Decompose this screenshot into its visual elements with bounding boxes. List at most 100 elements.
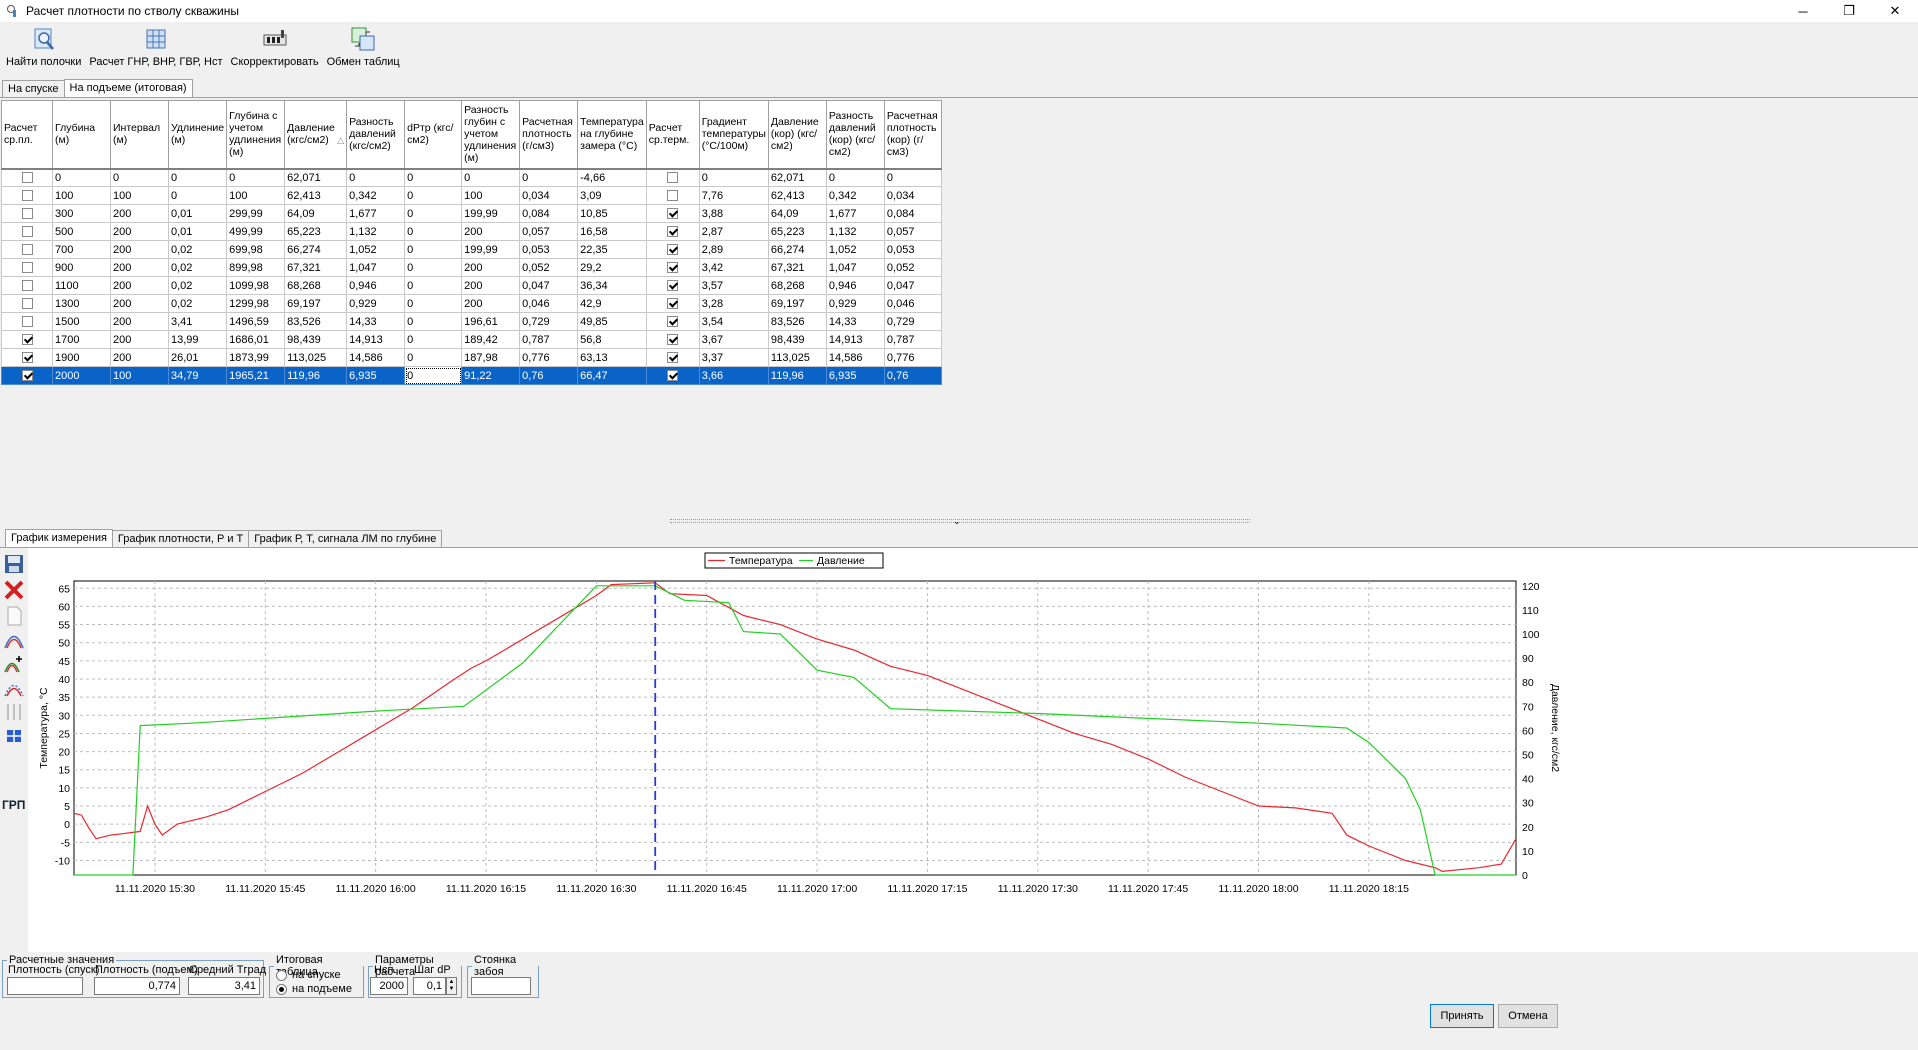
table-cell[interactable]: 3,88 (698, 204, 769, 223)
calc-thermal-cell[interactable] (645, 348, 700, 367)
table-cell[interactable]: 0 (404, 186, 463, 205)
table-row[interactable]: 1300 200 0,02 1299,98 69,197 0,929 0 200 0,046 42… (1, 294, 942, 313)
column-header[interactable]: dPтр (кгс/см2) (404, 100, 463, 170)
checkbox[interactable] (21, 208, 33, 220)
table-cell[interactable]: 83,526 (767, 312, 827, 331)
table-cell[interactable]: 13,99 (167, 330, 228, 349)
table-cell[interactable]: 66,47 (577, 366, 647, 385)
table-cell[interactable]: 0,084 (883, 204, 942, 223)
spin-down-icon[interactable]: ▼ (449, 986, 455, 993)
save-chart-button[interactable] (2, 552, 26, 576)
table-cell[interactable]: 1,677 (346, 204, 406, 223)
table-cell[interactable]: 2,87 (698, 222, 769, 241)
column-header[interactable]: Расчет ср.пл. (1, 100, 53, 170)
table-cell[interactable]: 0,02 (167, 258, 228, 277)
table-cell[interactable]: 6,935 (346, 366, 406, 385)
delete-chart-button[interactable] (2, 578, 26, 602)
calc-density-cell[interactable] (1, 330, 53, 349)
spin-up-icon[interactable]: ▲ (449, 979, 455, 986)
calc-gnr-button[interactable]: Расчет ГНР, ВНР, ГВР, Нст (85, 22, 226, 78)
table-cell[interactable]: 113,025 (284, 348, 348, 367)
table-cell[interactable]: 0,929 (346, 294, 406, 313)
table-cell[interactable]: 3,41 (167, 312, 228, 331)
table-cell[interactable]: 100 (226, 186, 286, 205)
table-cell[interactable]: 0,034 (519, 186, 579, 205)
calc-thermal-cell[interactable] (645, 330, 700, 349)
table-row[interactable]: 1100 200 0,02 1099,98 68,268 0,946 0 200 0,047 36… (1, 276, 942, 295)
table-row[interactable]: 2000 100 34,79 1965,21 119,96 6,935 0 91,22 0,76… (1, 366, 942, 385)
accept-button[interactable]: Принять (1430, 1004, 1494, 1028)
table-cell[interactable]: 7,76 (698, 186, 769, 205)
column-header[interactable]: Расчет ср.терм. (645, 100, 700, 170)
column-header[interactable]: Глубина (м) (52, 100, 111, 170)
table-cell[interactable]: 0,057 (883, 222, 942, 241)
table-cell[interactable]: 3,09 (577, 186, 647, 205)
table-cell[interactable]: 0 (110, 168, 169, 187)
table-cell[interactable]: 187,98 (461, 348, 521, 367)
column-header[interactable]: Глубина с учетом удлинения (м) (226, 100, 286, 170)
table-cell[interactable]: 62,071 (284, 168, 348, 187)
table-cell[interactable]: 49,85 (577, 312, 647, 331)
table-cell[interactable]: 0 (52, 168, 111, 187)
table-cell[interactable]: 0,046 (519, 294, 579, 313)
table-cell[interactable]: 3,42 (698, 258, 769, 277)
checkbox[interactable] (21, 280, 33, 292)
table-cell[interactable]: 3,66 (698, 366, 769, 385)
table-cell[interactable]: 0 (883, 168, 942, 187)
table-cell[interactable]: 2000 (52, 366, 111, 385)
table-cell[interactable]: 68,268 (767, 276, 827, 295)
checkbox[interactable] (21, 298, 33, 310)
calc-density-cell[interactable] (1, 294, 53, 313)
checkbox[interactable] (667, 172, 679, 184)
checkbox[interactable] (21, 172, 33, 184)
table-cell[interactable]: 196,61 (461, 312, 521, 331)
table-cell[interactable]: 1,132 (825, 222, 885, 241)
table-cell[interactable]: 300 (52, 204, 111, 223)
table-cell[interactable]: 299,99 (226, 204, 286, 223)
table-cell[interactable]: 1,132 (346, 222, 406, 241)
table-cell[interactable]: 0,02 (167, 240, 228, 259)
table-cell[interactable]: 1873,99 (226, 348, 286, 367)
density-descent-field[interactable] (7, 977, 83, 995)
table-cell[interactable]: 0 (404, 312, 463, 331)
radio-ascent-dot[interactable] (276, 983, 287, 995)
table-cell[interactable]: 1496,59 (226, 312, 286, 331)
table-cell[interactable]: 900 (52, 258, 111, 277)
table-cell[interactable]: 1,677 (825, 204, 885, 223)
radio-ascent[interactable]: на подъеме (276, 983, 352, 995)
table-cell[interactable]: 3,54 (698, 312, 769, 331)
table-cell[interactable]: 0 (167, 168, 228, 187)
calc-thermal-cell[interactable] (645, 312, 700, 331)
column-header[interactable]: Разность давлений (кор) (кгс/см2) (825, 100, 885, 170)
table-cell[interactable]: 199,99 (461, 240, 521, 259)
radio-descent[interactable]: на спуске (276, 969, 341, 981)
close-button[interactable]: ✕ (1872, 0, 1918, 22)
exchange-tables-button[interactable]: Обмен таблиц (323, 22, 404, 78)
column-header[interactable]: Давление (кор) (кгс/см2) (767, 100, 827, 170)
table-row[interactable]: 700 200 0,02 699,98 66,274 1,052 0 199,99 0,053 2… (1, 240, 942, 259)
table-cell[interactable]: 0 (461, 168, 521, 187)
table-cell[interactable]: 1100 (52, 276, 111, 295)
table-cell[interactable]: 0,047 (519, 276, 579, 295)
table-cell[interactable]: 0 (404, 294, 463, 313)
table-cell[interactable]: 0,057 (519, 222, 579, 241)
table-cell[interactable]: 189,42 (461, 330, 521, 349)
avg-tgrad-field[interactable]: 3,41 (188, 977, 260, 995)
table-cell[interactable]: 0 (404, 204, 463, 223)
table-cell[interactable]: 0,776 (883, 348, 942, 367)
table-cell[interactable]: 14,913 (825, 330, 885, 349)
checkbox[interactable] (21, 190, 33, 202)
table-cell[interactable]: 0 (346, 168, 406, 187)
column-header[interactable]: Разность давлений (кгс/см2) (346, 100, 406, 170)
table-cell[interactable]: 1686,01 (226, 330, 286, 349)
column-header[interactable]: Температура на глубине замера (°С) (577, 100, 647, 170)
calc-thermal-cell[interactable] (645, 258, 700, 277)
checkbox[interactable] (667, 316, 679, 328)
table-cell[interactable]: 0,034 (883, 186, 942, 205)
table-cell[interactable]: 0,946 (346, 276, 406, 295)
checkbox[interactable] (667, 244, 679, 256)
calc-density-cell[interactable] (1, 276, 53, 295)
table-cell[interactable]: 0 (404, 258, 463, 277)
curve-edit-button[interactable] (2, 676, 26, 700)
column-header[interactable]: Удлинение (м) (167, 100, 228, 170)
